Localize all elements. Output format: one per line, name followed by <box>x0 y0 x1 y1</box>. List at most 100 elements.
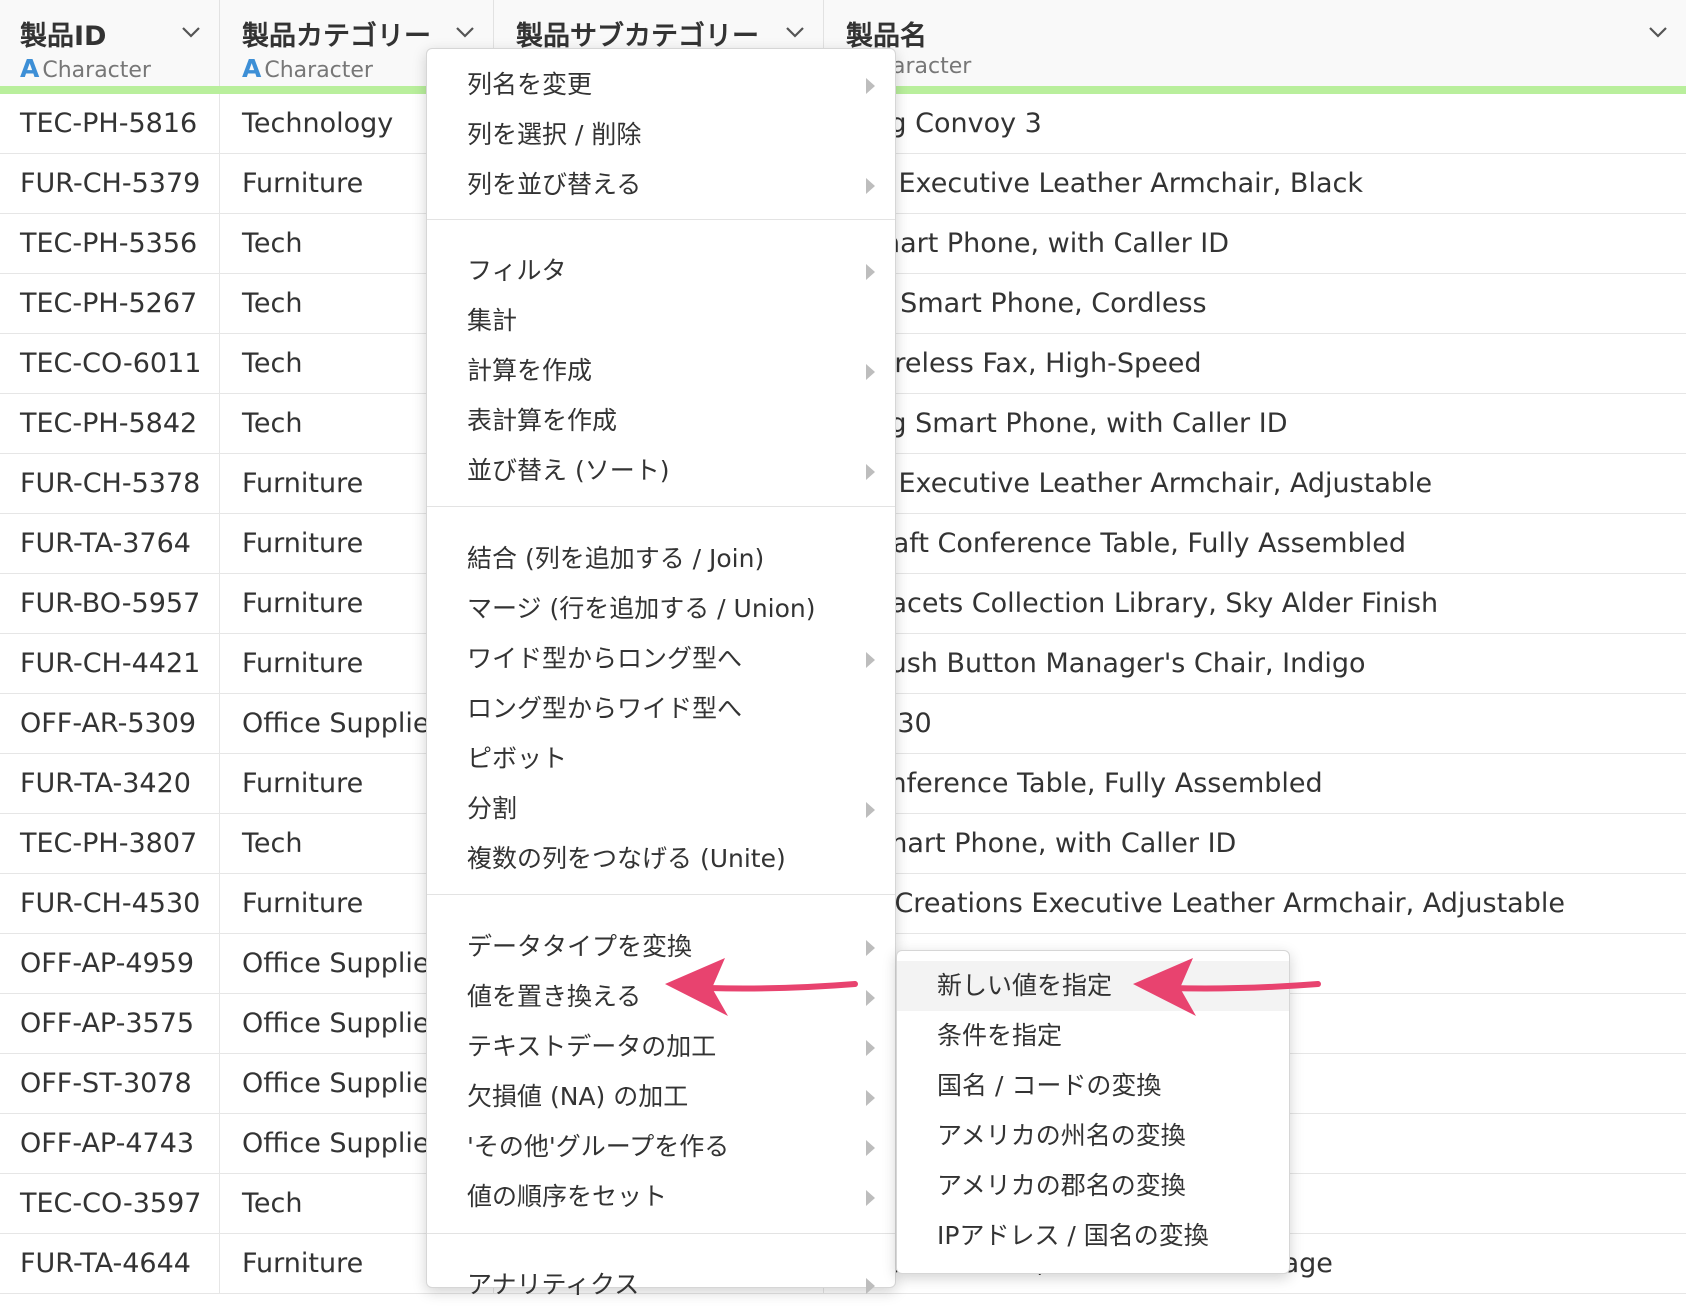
cell-text: omcraft Conference Table, Fully Assemble… <box>824 528 1407 559</box>
submenu-item[interactable]: IPアドレス / 国名の変換 <box>897 1211 1289 1261</box>
cell-product-id[interactable]: TEC-CO-3597 <box>0 1174 220 1234</box>
cell-text: Furniture <box>242 1248 364 1279</box>
cell-product-id[interactable]: TEC-PH-5267 <box>0 274 220 334</box>
cell-product-id[interactable]: TEC-PH-3807 <box>0 814 220 874</box>
cell-product-name[interactable]: nsung Convoy 3 <box>824 94 1686 154</box>
submenu-item[interactable]: 新しい値を指定 <box>897 961 1289 1011</box>
submenu-arrow-icon <box>866 1278 875 1294</box>
menu-item[interactable]: ピボット <box>427 735 895 783</box>
submenu-arrow-icon <box>866 264 875 280</box>
submenu-item-label: 国名 / コードの変換 <box>937 1071 1162 1100</box>
cell-product-id[interactable]: TEC-PH-5842 <box>0 394 220 454</box>
column-header-product-name[interactable]: 製品名 aracter <box>824 0 1686 92</box>
cell-product-id[interactable]: OFF-ST-3078 <box>0 1054 220 1114</box>
menu-item[interactable]: 列を選択 / 削除 <box>427 111 895 159</box>
cell-text: FUR-CH-5378 <box>20 468 201 499</box>
menu-item[interactable]: ワイド型からロング型へ <box>427 635 895 683</box>
submenu-item[interactable]: 国名 / コードの変換 <box>897 1061 1289 1111</box>
cell-product-name[interactable]: der Facets Collection Library, Sky Alder… <box>824 574 1686 634</box>
menu-item[interactable]: ロング型からワイド型へ <box>427 685 895 733</box>
menu-item[interactable]: 複数の列をつなげる (Unite) <box>427 835 895 883</box>
menu-item[interactable]: テキストデータの加工 <box>427 1023 895 1071</box>
chevron-down-icon[interactable] <box>1646 20 1670 44</box>
menu-item[interactable]: アナリティクス <box>427 1261 895 1309</box>
menu-item[interactable]: 'その他'グループを作る <box>427 1123 895 1171</box>
cell-product-id[interactable]: FUR-TA-3764 <box>0 514 220 574</box>
submenu-arrow-icon <box>866 1090 875 1106</box>
menu-separator <box>427 894 895 895</box>
menu-item-label: 結合 (列を追加する / Join) <box>467 544 765 573</box>
cell-product-id[interactable]: TEC-PH-5816 <box>0 94 220 154</box>
submenu-item[interactable]: アメリカの州名の変換 <box>897 1111 1289 1161</box>
cell-product-name[interactable]: imex Executive Leather Armchair, Adjusta… <box>824 454 1686 514</box>
cell-product-name[interactable]: imex Executive Leather Armchair, Black <box>824 154 1686 214</box>
cell-text: Office Supplies <box>242 708 444 739</box>
cell-product-id[interactable]: OFF-AR-5309 <box>0 694 220 754</box>
cell-product-id[interactable]: OFF-AP-4743 <box>0 1114 220 1174</box>
column-type-label: aracter <box>892 54 972 79</box>
cell-product-id[interactable]: OFF-AP-4959 <box>0 934 220 994</box>
cell-product-name[interactable]: orola Smart Phone, Cordless <box>824 274 1686 334</box>
column-name: 製品ID <box>20 21 107 52</box>
menu-item-label: 並び替え (ソート) <box>467 456 670 485</box>
cell-text: Technology <box>242 108 394 139</box>
cell-product-name[interactable]: is Conference Table, Fully Assembled <box>824 754 1686 814</box>
cell-product-id[interactable]: FUR-BO-5957 <box>0 574 220 634</box>
menu-item[interactable]: 表計算を作成 <box>427 397 895 445</box>
submenu-arrow-icon <box>866 1140 875 1156</box>
cell-product-name[interactable]: ia Smart Phone, with Caller ID <box>824 214 1686 274</box>
cell-product-name[interactable]: omcraft Conference Table, Fully Assemble… <box>824 514 1686 574</box>
menu-item[interactable]: 分割 <box>427 785 895 833</box>
menu-item[interactable]: マージ (行を追加する / Union) <box>427 585 895 633</box>
menu-item[interactable]: 欠損値 (NA) の加工 <box>427 1073 895 1121</box>
cell-product-name[interactable]: rp Wireless Fax, High-Speed <box>824 334 1686 394</box>
cell-product-id[interactable]: TEC-CO-6011 <box>0 334 220 394</box>
cell-product-name[interactable]: co Smart Phone, with Caller ID <box>824 814 1686 874</box>
menu-item[interactable]: 結合 (列を追加する / Join) <box>427 535 895 583</box>
cell-product-id[interactable]: TEC-PH-5356 <box>0 214 220 274</box>
cell-product-name[interactable]: bour Creations Executive Leather Armchai… <box>824 874 1686 934</box>
menu-item[interactable]: 値を置き換える <box>427 973 895 1021</box>
menu-item[interactable]: データタイプを変換 <box>427 923 895 971</box>
cell-text: FUR-TA-3420 <box>20 768 191 799</box>
menu-item[interactable]: 列名を変更 <box>427 61 895 109</box>
menu-item-label: 列を選択 / 削除 <box>467 120 642 149</box>
menu-item[interactable]: 計算を作成 <box>427 347 895 395</box>
column-header-product-id[interactable]: 製品ID A Character <box>0 0 220 92</box>
cell-text: TEC-CO-3597 <box>20 1188 202 1219</box>
cell-text: TEC-CO-6011 <box>20 348 202 379</box>
cell-product-id[interactable]: FUR-TA-3420 <box>0 754 220 814</box>
chevron-down-icon[interactable] <box>179 20 203 44</box>
cell-text: bour Creations Executive Leather Armchai… <box>824 888 1565 919</box>
cell-product-name[interactable]: nsung Smart Phone, with Caller ID <box>824 394 1686 454</box>
cell-product-id[interactable]: OFF-AP-3575 <box>0 994 220 1054</box>
cell-product-id[interactable]: FUR-CH-5378 <box>0 454 220 514</box>
cell-product-id[interactable]: FUR-TA-4644 <box>0 1234 220 1294</box>
submenu-item[interactable]: 条件を指定 <box>897 1011 1289 1061</box>
submenu-arrow-icon <box>866 364 875 380</box>
cell-text: OFF-AR-5309 <box>20 708 197 739</box>
menu-item[interactable]: 値の順序をセット <box>427 1173 895 1221</box>
cell-product-id[interactable]: FUR-CH-4421 <box>0 634 220 694</box>
chevron-down-icon[interactable] <box>783 20 807 44</box>
submenu-arrow-icon <box>866 652 875 668</box>
cell-product-id[interactable]: FUR-CH-5379 <box>0 154 220 214</box>
cell-text: Office Supplies <box>242 1068 444 1099</box>
menu-item[interactable]: フィルタ <box>427 247 895 295</box>
menu-item-label: 列名を変更 <box>467 70 593 99</box>
cell-product-name[interactable]: vell 330 <box>824 694 1686 754</box>
cell-text: Furniture <box>242 888 364 919</box>
menu-item[interactable]: 並び替え (ソート) <box>427 447 895 495</box>
cell-product-id[interactable]: FUR-CH-4530 <box>0 874 220 934</box>
submenu-item[interactable]: アメリカの郡名の変換 <box>897 1161 1289 1211</box>
cell-text: FUR-TA-4644 <box>20 1248 191 1279</box>
menu-item-label: 分割 <box>467 794 518 823</box>
submenu-arrow-icon <box>866 940 875 956</box>
cell-text: Furniture <box>242 168 364 199</box>
cell-product-name[interactable]: bal Push Button Manager's Chair, Indigo <box>824 634 1686 694</box>
column-type-label: Character <box>42 58 151 83</box>
chevron-down-icon[interactable] <box>453 20 477 44</box>
menu-item[interactable]: 集計 <box>427 297 895 345</box>
menu-item-label: ロング型からワイド型へ <box>467 694 743 723</box>
menu-item[interactable]: 列を並び替える <box>427 161 895 209</box>
